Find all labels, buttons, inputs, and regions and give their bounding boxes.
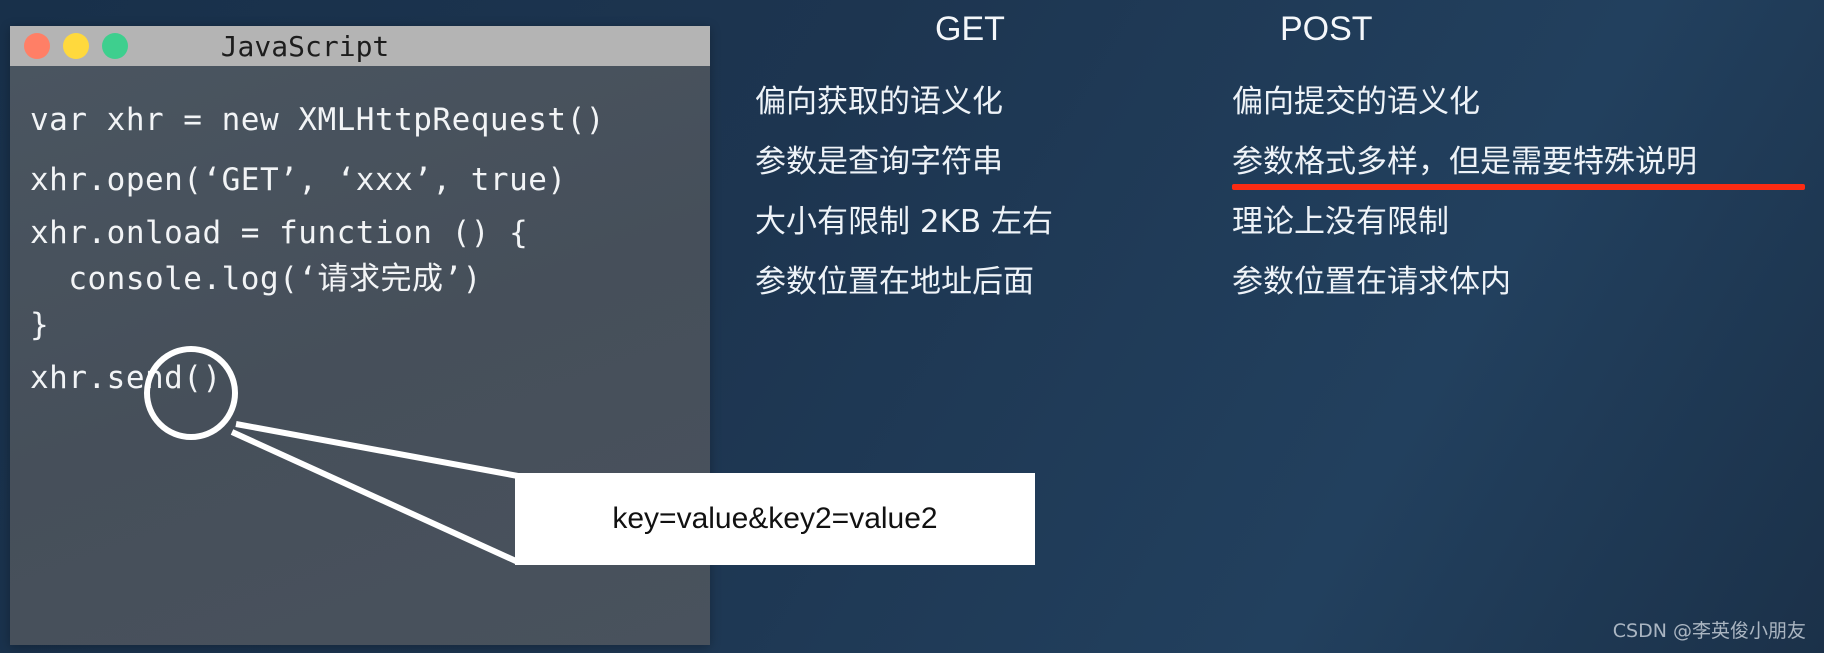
post-row-highlighted: 参数格式多样，但是需要特殊说明 [1232, 132, 1822, 192]
code-line: xhr.onload = function () { [30, 215, 529, 251]
column-post-header: POST [1280, 10, 1373, 48]
get-row: 参数是查询字符串 [755, 132, 1185, 192]
get-row-label: 参数是查询字符串 [755, 144, 1003, 180]
slide-canvas: JavaScript var xhr = new XMLHttpRequest(… [0, 0, 1824, 653]
post-row: 偏向提交的语义化 [1232, 72, 1822, 132]
post-row: 理论上没有限制 [1232, 192, 1822, 252]
column-post: POST 偏向提交的语义化 参数格式多样，但是需要特殊说明 理论上没有限制 参数… [1232, 0, 1822, 312]
get-row: 偏向获取的语义化 [755, 72, 1185, 132]
column-post-rows: 偏向提交的语义化 参数格式多样，但是需要特殊说明 理论上没有限制 参数位置在请求… [1232, 72, 1822, 312]
callout-box: key=value&key2=value2 [515, 473, 1035, 565]
post-row-label: 参数格式多样，但是需要特殊说明 [1232, 144, 1697, 180]
code-line: xhr.open(‘GET’, ‘xxx’, true) [30, 162, 567, 198]
code-window-title: JavaScript [220, 29, 390, 63]
post-row-label: 理论上没有限制 [1232, 204, 1449, 240]
column-get-header: GET [935, 10, 1005, 48]
get-row-label: 参数位置在地址后面 [755, 264, 1034, 300]
post-row-label: 参数位置在请求体内 [1232, 264, 1511, 300]
red-underline-marker [1232, 184, 1805, 190]
column-get: GET 偏向获取的语义化 参数是查询字符串 大小有限制 2KB 左右 参数位置在… [755, 0, 1185, 312]
code-window-titlebar: JavaScript [10, 26, 710, 66]
post-row-label: 偏向提交的语义化 [1232, 84, 1480, 120]
get-row: 大小有限制 2KB 左右 [755, 192, 1185, 252]
get-row-label: 偏向获取的语义化 [755, 84, 1003, 120]
code-line: console.log(‘请求完成’) [30, 261, 482, 297]
get-row: 参数位置在地址后面 [755, 252, 1185, 312]
code-line: var xhr = new XMLHttpRequest() [30, 102, 605, 138]
code-line: } [30, 307, 50, 343]
column-get-rows: 偏向获取的语义化 参数是查询字符串 大小有限制 2KB 左右 参数位置在地址后面 [755, 72, 1185, 312]
callout-text: key=value&key2=value2 [612, 502, 938, 535]
code-line: xhr.send() [30, 360, 222, 396]
get-row-label: 大小有限制 2KB 左右 [755, 204, 1054, 240]
post-row: 参数位置在请求体内 [1232, 252, 1822, 312]
watermark: CSDN @李英俊小朋友 [1612, 620, 1806, 642]
